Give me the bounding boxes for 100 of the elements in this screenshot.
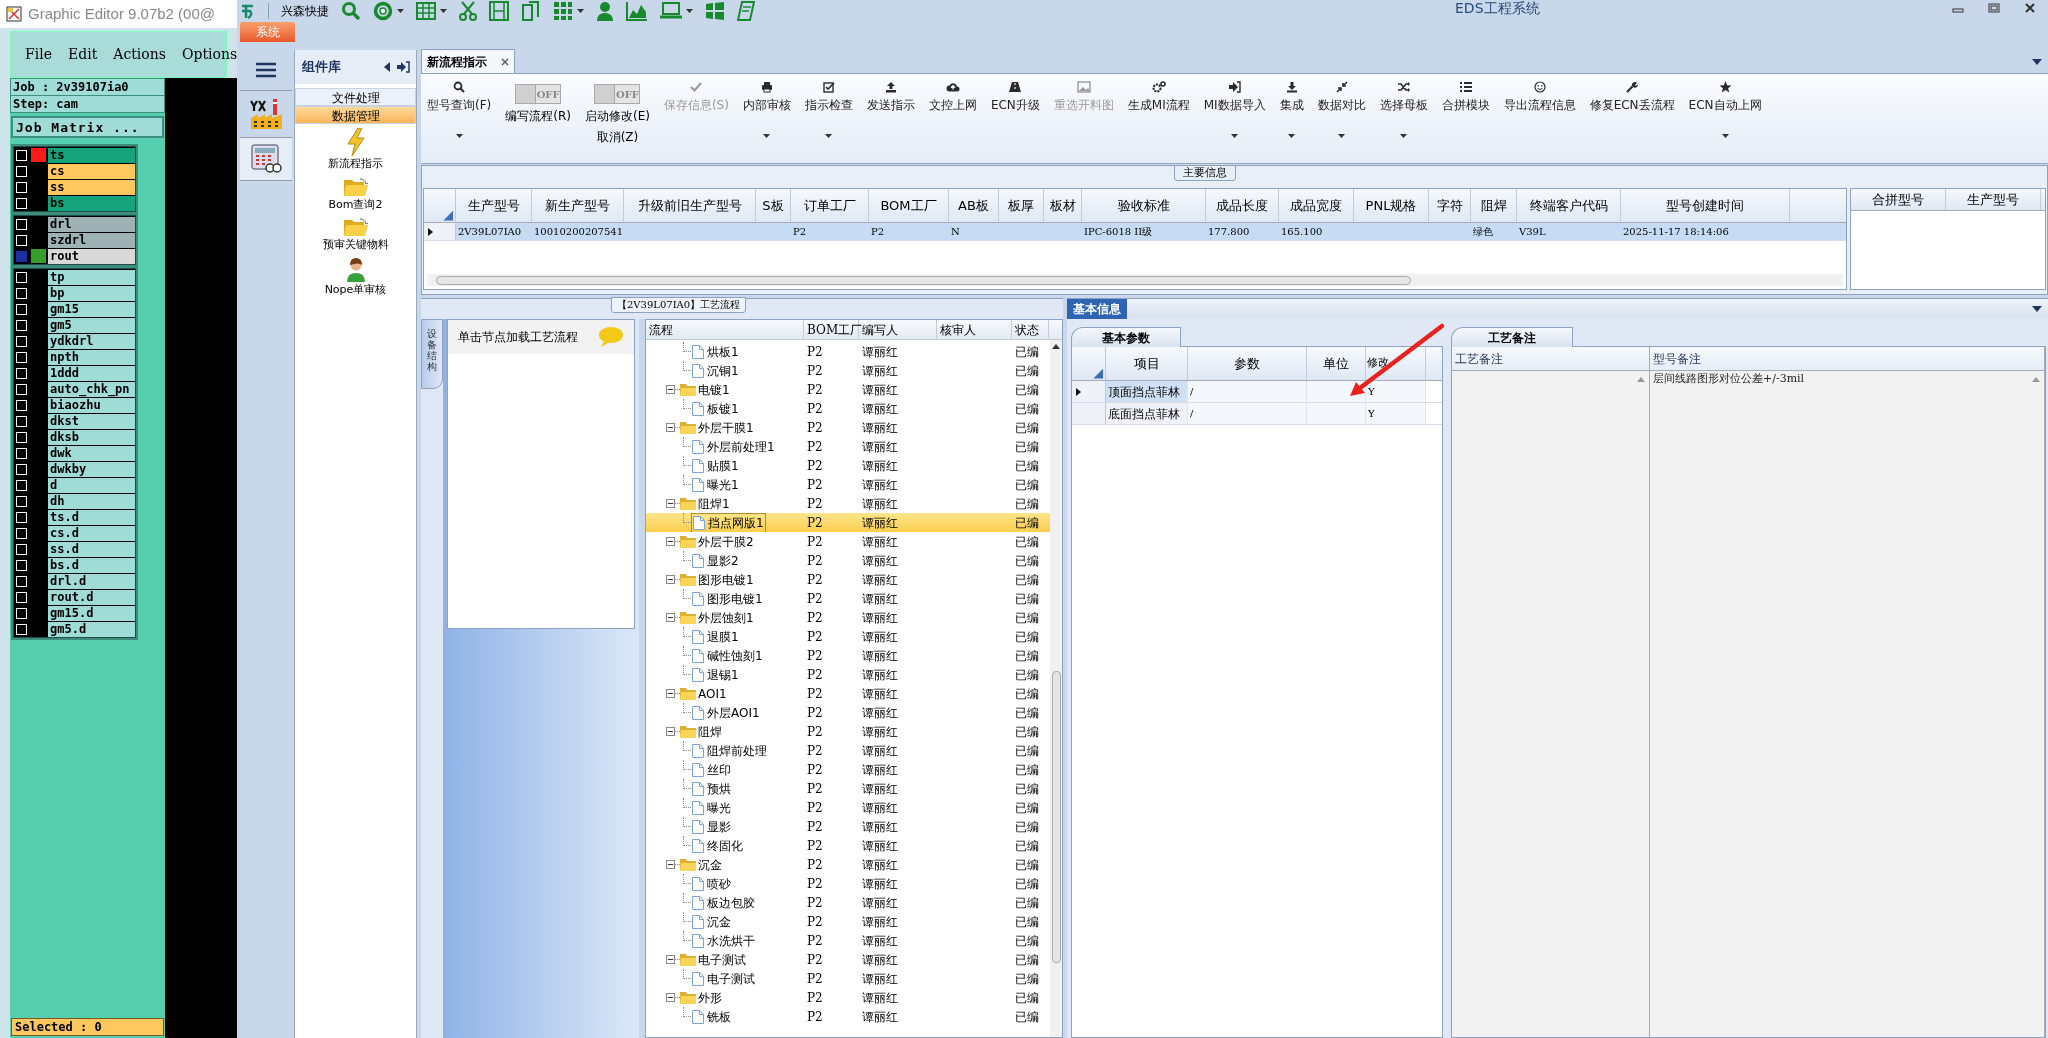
layer-name[interactable]: szdrl: [48, 232, 135, 248]
column-header[interactable]: 单位: [1307, 347, 1366, 380]
menu-item[interactable]: Actions: [113, 44, 166, 65]
tool-label[interactable]: 新流程指示: [328, 156, 383, 173]
side-tab[interactable]: 设备结构: [421, 319, 443, 389]
collapse-icon[interactable]: [666, 537, 675, 546]
layer-checkbox[interactable]: [16, 250, 27, 262]
film-button[interactable]: [489, 0, 509, 22]
toolbar-button[interactable]: 内部审核: [740, 80, 793, 160]
column-header[interactable]: 验收标准: [1082, 189, 1206, 222]
laptop-button[interactable]: [660, 0, 693, 22]
layer-name[interactable]: rout.d: [48, 589, 135, 605]
tab[interactable]: 新流程指示: [421, 49, 515, 73]
toolbar-button[interactable]: 选择母板: [1377, 80, 1430, 160]
layer-name[interactable]: dwkby: [48, 461, 135, 477]
layer-name[interactable]: d: [48, 477, 135, 493]
layer-name[interactable]: 1ddd: [48, 365, 135, 381]
scroll-up-icon[interactable]: [1052, 344, 1060, 349]
layer-name[interactable]: npth: [48, 349, 135, 365]
search-button[interactable]: [341, 0, 361, 22]
caret-left-icon[interactable]: [384, 62, 390, 72]
column-header[interactable]: 生产型号: [456, 189, 532, 222]
collapse-icon[interactable]: [666, 613, 675, 622]
layer-name[interactable]: gm15: [48, 301, 135, 317]
panel-tab[interactable]: 基本参数: [1071, 327, 1181, 347]
toolbar-button[interactable]: 数据对比: [1315, 80, 1368, 160]
person-icon[interactable]: [345, 257, 366, 282]
area-chart-button[interactable]: [626, 0, 648, 22]
dropdown-icon[interactable]: [2032, 59, 2042, 65]
column-header[interactable]: 升级前旧生产型号: [624, 189, 756, 222]
layer-name[interactable]: drl.d: [48, 573, 135, 589]
column-header[interactable]: 流程: [646, 320, 804, 339]
collapse-icon[interactable]: [666, 385, 675, 394]
table-row[interactable]: 顶面挡点菲林 / Y: [1072, 381, 1442, 403]
table-row[interactable]: 底面挡点菲林 / Y: [1072, 403, 1442, 425]
layer-name[interactable]: ss.d: [48, 541, 135, 557]
layer-name[interactable]: gm15.d: [48, 605, 135, 621]
layer-name[interactable]: ts: [48, 147, 135, 163]
toolbar-button[interactable]: 文控上网: [926, 80, 979, 160]
collapse-icon[interactable]: [666, 860, 675, 869]
layer-name[interactable]: ss: [48, 179, 135, 195]
column-header[interactable]: BOM工厂: [869, 189, 949, 222]
layer-name[interactable]: bp: [48, 285, 135, 301]
person-button[interactable]: [596, 0, 614, 22]
column-header[interactable]: 板材: [1044, 189, 1082, 222]
layer-name[interactable]: drl: [48, 216, 135, 232]
layer-name[interactable]: ts.d: [48, 509, 135, 525]
book-button[interactable]: [737, 0, 755, 22]
column-header[interactable]: 阻焊: [1471, 189, 1517, 222]
column-header[interactable]: 状态: [1012, 320, 1049, 339]
layer-name[interactable]: cs.d: [48, 525, 135, 541]
panel-tab[interactable]: 基本信息: [1067, 299, 1127, 319]
column-header[interactable]: 参数: [1188, 347, 1307, 380]
column-header[interactable]: 型号备注: [1650, 347, 2044, 371]
collapse-icon[interactable]: [666, 727, 675, 736]
column-header[interactable]: 板厚: [999, 189, 1044, 222]
menu-item[interactable]: Options: [181, 44, 238, 65]
menu-item[interactable]: Edit: [67, 44, 98, 65]
vertical-scrollbar[interactable]: [1050, 340, 1062, 1037]
column-header[interactable]: S板: [756, 189, 791, 222]
nav-item[interactable]: 文件处理: [295, 88, 416, 106]
table-button[interactable]: [416, 0, 447, 22]
layer-name[interactable]: bs: [48, 195, 135, 211]
layer-name[interactable]: cs: [48, 163, 135, 179]
horizontal-scrollbar[interactable]: [427, 274, 1843, 286]
layer-name[interactable]: auto_chk_pn: [48, 381, 135, 397]
column-header[interactable]: 型号创建时间: [1621, 189, 1790, 222]
collapse-icon[interactable]: [666, 575, 675, 584]
toolbar-button[interactable]: ECN自动上网: [1686, 80, 1764, 160]
toolbar-button[interactable]: 合拼模块: [1439, 80, 1492, 160]
column-header[interactable]: 新生产型号: [532, 189, 624, 222]
layer-name[interactable]: dh: [48, 493, 135, 509]
column-header[interactable]: 核审人: [937, 320, 1012, 339]
dropdown-icon[interactable]: [2032, 306, 2042, 312]
layer-name[interactable]: gm5.d: [48, 621, 135, 637]
toolbar-button[interactable]: 修复ECN丢流程: [1587, 80, 1677, 160]
tree-row[interactable]: 挡点网版1 P2 谭丽红 已编: [646, 513, 1050, 532]
column-header[interactable]: 订单工厂: [791, 189, 869, 222]
cancel-button[interactable]: 取消(Z): [596, 128, 639, 146]
column-header[interactable]: 项目: [1106, 347, 1188, 380]
job-matrix-button[interactable]: Job Matrix ...: [11, 116, 164, 138]
column-header[interactable]: 终端客户代码: [1517, 189, 1621, 222]
column-header[interactable]: AB板: [949, 189, 999, 222]
column-header[interactable]: 生产型号: [1946, 189, 2041, 210]
column-header[interactable]: PNL规格: [1354, 189, 1429, 222]
layer-name[interactable]: dwk: [48, 445, 135, 461]
maximize-icon[interactable]: [1988, 3, 2000, 13]
toolbar-button[interactable]: ECN升级: [988, 80, 1042, 160]
layer-name[interactable]: rout: [48, 248, 135, 264]
grid-button[interactable]: [553, 0, 584, 22]
toolbar-button[interactable]: 型号查询(F): [425, 80, 494, 160]
toolbar-button[interactable]: 发送指示: [864, 80, 917, 160]
collapse-icon[interactable]: [666, 955, 675, 964]
layer-name[interactable]: gm5: [48, 317, 135, 333]
sign-in-icon[interactable]: [396, 61, 410, 73]
toolbar-button[interactable]: 导出流程信息: [1501, 80, 1578, 160]
layer-name[interactable]: bs.d: [48, 557, 135, 573]
tiles-button[interactable]: [705, 0, 725, 22]
panel-tab[interactable]: 工艺备注: [1451, 327, 1573, 347]
copy-button[interactable]: [521, 0, 541, 22]
